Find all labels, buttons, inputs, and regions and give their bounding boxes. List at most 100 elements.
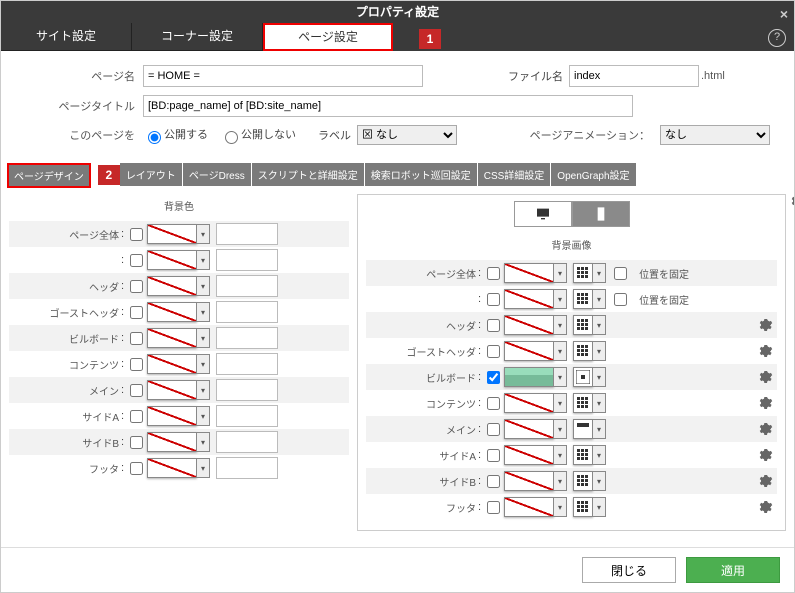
- bgcolor-text-sideA[interactable]: [216, 405, 278, 427]
- row-gear-sideB[interactable]: [757, 473, 773, 489]
- bgimage-patdd-footer[interactable]: ▾: [593, 497, 606, 517]
- bgcolor-swatch-main[interactable]: [147, 380, 197, 400]
- bgcolor-check-ghostHeader[interactable]: [130, 306, 143, 319]
- device-desktop-tab[interactable]: [514, 201, 572, 227]
- bgimage-pattern-billboard[interactable]: [573, 367, 593, 387]
- subtab-dress[interactable]: ページDress: [183, 163, 251, 186]
- bgcolor-text-billboard[interactable]: [216, 327, 278, 349]
- bgimage-pattern-header[interactable]: [573, 315, 593, 335]
- bgimage-swatch-sideB[interactable]: [504, 471, 554, 491]
- bgcolor-swatch-billboard[interactable]: [147, 328, 197, 348]
- bgimage-check-ghostHeader[interactable]: [487, 345, 500, 358]
- bgcolor-swatch-header[interactable]: [147, 276, 197, 296]
- fixpos-check-blank[interactable]: [614, 293, 627, 306]
- bgcolor-check-contents[interactable]: [130, 358, 143, 371]
- bgimage-swatch-pageAll[interactable]: [504, 263, 554, 283]
- bgcolor-check-pageAll[interactable]: [130, 228, 143, 241]
- row-gear-footer[interactable]: [757, 499, 773, 515]
- row-gear-header[interactable]: [757, 317, 773, 333]
- subtab-css[interactable]: CSS詳細設定: [478, 163, 551, 186]
- bgimage-swatch-footer[interactable]: [504, 497, 554, 517]
- bgcolor-swatch-ghostHeader[interactable]: [147, 302, 197, 322]
- bgcolor-dd-ghostHeader[interactable]: ▾: [197, 302, 210, 322]
- bgimage-swatch-billboard[interactable]: [504, 367, 554, 387]
- bgcolor-dd-contents[interactable]: ▾: [197, 354, 210, 374]
- bgimage-dd-ghostHeader[interactable]: ▾: [554, 341, 567, 361]
- bgcolor-text-sideB[interactable]: [216, 431, 278, 453]
- bgimage-pattern-contents[interactable]: [573, 393, 593, 413]
- bgimage-check-blank[interactable]: [487, 293, 500, 306]
- bgcolor-text-blank[interactable]: [216, 249, 278, 271]
- bgcolor-text-footer[interactable]: [216, 457, 278, 479]
- bgcolor-text-contents[interactable]: [216, 353, 278, 375]
- bgimage-patdd-pageAll[interactable]: ▾: [593, 263, 606, 283]
- bgimage-swatch-contents[interactable]: [504, 393, 554, 413]
- bgcolor-check-sideA[interactable]: [130, 410, 143, 423]
- publish-no[interactable]: 公開しない: [220, 126, 296, 143]
- publish-yes[interactable]: 公開する: [143, 126, 208, 143]
- bgcolor-check-sideB[interactable]: [130, 436, 143, 449]
- file-name-input[interactable]: [569, 65, 699, 87]
- bgimage-dd-billboard[interactable]: ▾: [554, 367, 567, 387]
- bgcolor-check-blank[interactable]: [130, 254, 143, 267]
- bgimage-patdd-main[interactable]: ▾: [593, 419, 606, 439]
- subtab-og[interactable]: OpenGraph設定: [551, 163, 635, 186]
- bgcolor-dd-main[interactable]: ▾: [197, 380, 210, 400]
- page-title-input[interactable]: [143, 95, 633, 117]
- bgcolor-dd-sideB[interactable]: ▾: [197, 432, 210, 452]
- bgimage-dd-main[interactable]: ▾: [554, 419, 567, 439]
- bgcolor-check-header[interactable]: [130, 280, 143, 293]
- bgimage-check-billboard[interactable]: [487, 371, 500, 384]
- bgimage-dd-header[interactable]: ▾: [554, 315, 567, 335]
- bgcolor-swatch-sideB[interactable]: [147, 432, 197, 452]
- bgcolor-dd-footer[interactable]: ▾: [197, 458, 210, 478]
- bgcolor-swatch-pageAll[interactable]: [147, 224, 197, 244]
- anim-select[interactable]: なし: [660, 125, 770, 145]
- bgimage-pattern-sideB[interactable]: [573, 471, 593, 491]
- publish-no-radio[interactable]: [225, 131, 238, 144]
- bgimage-dd-footer[interactable]: ▾: [554, 497, 567, 517]
- bgimage-patdd-sideB[interactable]: ▾: [593, 471, 606, 491]
- bgcolor-check-billboard[interactable]: [130, 332, 143, 345]
- bgimage-swatch-sideA[interactable]: [504, 445, 554, 465]
- bgimage-check-main[interactable]: [487, 423, 500, 436]
- row-gear-sideA[interactable]: [757, 447, 773, 463]
- bgcolor-dd-pageAll[interactable]: ▾: [197, 224, 210, 244]
- row-gear-ghostHeader[interactable]: [757, 343, 773, 359]
- bgimage-patdd-ghostHeader[interactable]: ▾: [593, 341, 606, 361]
- close-icon[interactable]: ×: [780, 3, 788, 25]
- bgimage-pattern-footer[interactable]: [573, 497, 593, 517]
- bgcolor-check-main[interactable]: [130, 384, 143, 397]
- bgcolor-swatch-sideA[interactable]: [147, 406, 197, 426]
- subtab-robot[interactable]: 検索ロボット巡回設定: [365, 163, 477, 186]
- bgcolor-swatch-blank[interactable]: [147, 250, 197, 270]
- bgimage-swatch-blank[interactable]: [504, 289, 554, 309]
- bgcolor-text-main[interactable]: [216, 379, 278, 401]
- publish-yes-radio[interactable]: [148, 131, 161, 144]
- page-name-input[interactable]: [143, 65, 423, 87]
- row-gear-main[interactable]: [757, 421, 773, 437]
- bgimage-dd-pageAll[interactable]: ▾: [554, 263, 567, 283]
- bgcolor-swatch-contents[interactable]: [147, 354, 197, 374]
- bgimage-patdd-billboard[interactable]: ▾: [593, 367, 606, 387]
- tab-page[interactable]: ページ設定: [263, 23, 393, 51]
- bgimage-pattern-pageAll[interactable]: [573, 263, 593, 283]
- bgimage-dd-sideA[interactable]: ▾: [554, 445, 567, 465]
- bgcolor-check-footer[interactable]: [130, 462, 143, 475]
- bgimage-check-pageAll[interactable]: [487, 267, 500, 280]
- row-gear-contents[interactable]: [757, 395, 773, 411]
- tab-site[interactable]: サイト設定: [1, 23, 132, 51]
- help-icon[interactable]: ?: [768, 29, 786, 47]
- bgcolor-text-header[interactable]: [216, 275, 278, 297]
- bgcolor-dd-blank[interactable]: ▾: [197, 250, 210, 270]
- apply-button[interactable]: 適用: [686, 557, 780, 583]
- bgimage-patdd-header[interactable]: ▾: [593, 315, 606, 335]
- bgimage-check-footer[interactable]: [487, 501, 500, 514]
- bgimage-check-sideA[interactable]: [487, 449, 500, 462]
- bgcolor-dd-billboard[interactable]: ▾: [197, 328, 210, 348]
- tab-corner[interactable]: コーナー設定: [132, 23, 263, 51]
- subtab-layout[interactable]: レイアウト: [120, 163, 182, 186]
- bgimage-dd-blank[interactable]: ▾: [554, 289, 567, 309]
- device-mobile-tab[interactable]: [572, 201, 630, 227]
- bgimage-check-header[interactable]: [487, 319, 500, 332]
